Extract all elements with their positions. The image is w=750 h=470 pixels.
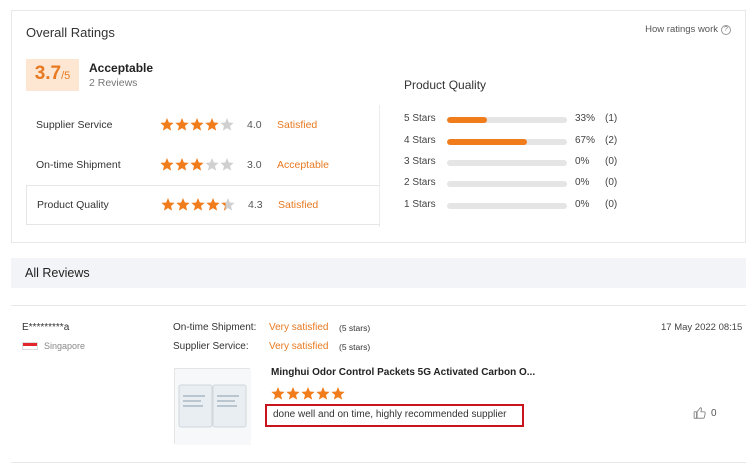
distribution-percent: 67% <box>575 135 596 146</box>
sub-rating-supplier-service[interactable]: Supplier Service 4.0 Satisfied <box>26 105 380 145</box>
overall-score: 3.7 <box>34 63 62 84</box>
help-icon[interactable]: ? <box>721 24 731 35</box>
product-star-rating <box>271 387 345 400</box>
star-icon <box>175 118 189 131</box>
sub-rating-level: Satisfied <box>278 199 319 211</box>
singapore-flag-icon <box>22 342 38 350</box>
star-icon <box>221 198 235 211</box>
star-icon <box>160 118 174 131</box>
thumbs-up-icon[interactable] <box>693 406 707 420</box>
distribution-bar-track <box>447 181 567 187</box>
all-reviews-header: All Reviews <box>11 258 746 288</box>
star-icon <box>271 387 285 400</box>
review-service-rating: Supplier Service: Very satisfied (5 star… <box>173 341 370 352</box>
distribution-row-1: 1 Stars 0% (0) <box>404 199 744 213</box>
divider <box>11 305 746 306</box>
country-name: Singapore <box>44 341 86 351</box>
star-rating <box>160 158 234 171</box>
distribution-count: (0) <box>605 156 618 167</box>
distribution-row-5: 5 Stars 33% (1) <box>404 113 744 127</box>
overall-ratings-card: Overall Ratings How ratings work ? 3.7 /… <box>11 10 746 243</box>
review-date: 17 May 2022 08:15 <box>661 322 743 333</box>
review-shipment-rating: On-time Shipment: Very satisfied (5 star… <box>173 322 370 333</box>
star-icon <box>190 118 204 131</box>
star-icon <box>161 198 175 211</box>
reviewer-name: E*********a <box>22 322 70 333</box>
review-shipment-value: Very satisfied <box>269 322 329 333</box>
sub-rating-label: Product Quality <box>37 199 109 211</box>
star-icon <box>301 387 315 400</box>
distribution-count: (1) <box>605 113 618 124</box>
sub-rating-label: Supplier Service <box>36 119 113 131</box>
overall-score-badge: 3.7 /5 <box>26 59 79 91</box>
distribution-label: 1 Stars <box>404 199 436 210</box>
sub-ratings-panel: Supplier Service 4.0 Satisfied On-time S… <box>26 105 380 227</box>
review-service-stars: (5 stars) <box>339 342 371 352</box>
product-title-link[interactable]: Minghui Odor Control Packets 5G Activate… <box>271 367 535 378</box>
distribution-row-3: 3 Stars 0% (0) <box>404 156 744 170</box>
distribution-label: 2 Stars <box>404 177 436 188</box>
sub-rating-score: 4.0 <box>247 119 262 131</box>
sub-rating-on-time-shipment[interactable]: On-time Shipment 3.0 Acceptable <box>26 145 380 185</box>
star-icon <box>331 387 345 400</box>
divider <box>11 462 746 463</box>
distribution-percent: 0% <box>575 199 590 210</box>
distribution-percent: 0% <box>575 156 590 167</box>
distribution-label: 3 Stars <box>404 156 436 167</box>
sub-rating-label: On-time Shipment <box>36 159 121 171</box>
review-service-value: Very satisfied <box>269 341 329 352</box>
star-icon <box>206 198 220 211</box>
star-icon <box>220 118 234 131</box>
product-quality-title: Product Quality <box>404 78 487 92</box>
star-icon <box>205 118 219 131</box>
star-icon <box>191 198 205 211</box>
review-service-label: Supplier Service: <box>173 341 249 352</box>
star-icon <box>220 158 234 171</box>
review-shipment-stars: (5 stars) <box>339 323 371 333</box>
overall-level: Acceptable <box>89 61 154 75</box>
all-reviews-title: All Reviews <box>25 266 90 280</box>
distribution-count: (2) <box>605 135 618 146</box>
star-icon <box>160 158 174 171</box>
distribution-label: 5 Stars <box>404 113 436 124</box>
distribution-label: 4 Stars <box>404 135 436 146</box>
how-ratings-work-label[interactable]: How ratings work <box>645 24 718 35</box>
star-icon <box>316 387 330 400</box>
reviewer-country: Singapore <box>22 341 85 351</box>
distribution-percent: 0% <box>575 177 590 188</box>
star-icon <box>175 158 189 171</box>
sub-rating-score: 3.0 <box>247 159 262 171</box>
review-text-highlight: done well and on time, highly recommende… <box>265 404 524 427</box>
sub-rating-score: 4.3 <box>248 199 263 211</box>
distribution-bar-track <box>447 117 567 123</box>
distribution-count: (0) <box>605 177 618 188</box>
overall-score-denominator: /5 <box>61 70 71 82</box>
distribution-bar-track <box>447 139 567 145</box>
overall-reviews-count: 2 Reviews <box>89 77 138 89</box>
distribution-row-4: 4 Stars 67% (2) <box>404 135 744 149</box>
distribution-bar-fill <box>447 117 487 123</box>
product-image <box>175 369 251 445</box>
review-shipment-label: On-time Shipment: <box>173 322 257 333</box>
distribution-count: (0) <box>605 199 618 210</box>
star-icon <box>176 198 190 211</box>
star-icon <box>286 387 300 400</box>
star-rating <box>161 198 235 211</box>
overall-ratings-title: Overall Ratings <box>26 25 115 40</box>
star-rating <box>160 118 234 131</box>
distribution-percent: 33% <box>575 113 596 124</box>
review-text: done well and on time, highly recommende… <box>273 409 507 420</box>
star-icon <box>190 158 204 171</box>
sub-rating-level: Satisfied <box>277 119 318 131</box>
distribution-bar-track <box>447 160 567 166</box>
sub-rating-level: Acceptable <box>277 159 329 171</box>
how-ratings-work-link[interactable]: How ratings work ? <box>645 24 731 35</box>
product-thumbnail[interactable] <box>174 368 251 445</box>
like-count: 0 <box>711 408 717 419</box>
distribution-bar-track <box>447 203 567 209</box>
star-icon <box>205 158 219 171</box>
distribution-row-2: 2 Stars 0% (0) <box>404 177 744 191</box>
distribution-bar-fill <box>447 139 528 145</box>
sub-rating-product-quality[interactable]: Product Quality 4.3 Satisfied <box>26 185 380 225</box>
